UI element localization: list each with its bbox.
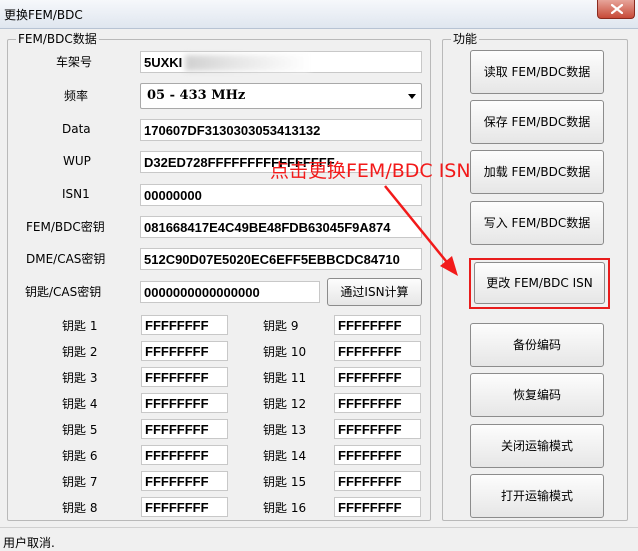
arrow-icon bbox=[384, 185, 458, 276]
status-bar: 用户取消. bbox=[0, 527, 638, 551]
status-text: 用户取消. bbox=[3, 536, 55, 550]
